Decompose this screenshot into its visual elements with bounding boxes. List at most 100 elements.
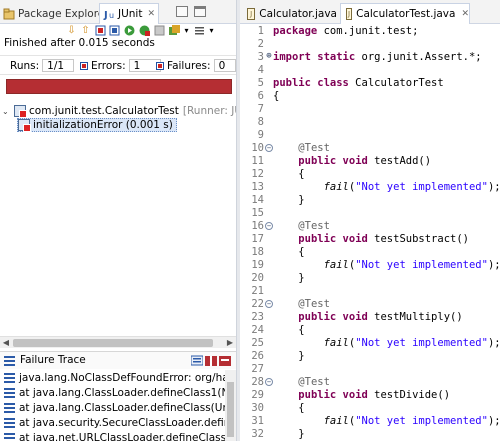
tab-calculatortest-java[interactable]: J CalculatorTest.java ✕ bbox=[340, 3, 470, 24]
code-line: 25 fail("Not yet implemented"); bbox=[240, 337, 500, 350]
line-number: 28 bbox=[251, 376, 264, 388]
code-line: 28− @Test bbox=[240, 376, 500, 389]
collapse-icon[interactable]: − bbox=[265, 144, 273, 152]
maximize-icon[interactable] bbox=[194, 6, 206, 17]
line-number: 17 bbox=[251, 233, 264, 245]
line-number: 14 bbox=[251, 194, 264, 206]
tree-error-row[interactable]: initializationError (0.001 s) bbox=[17, 118, 177, 132]
code-line: 18 { bbox=[240, 246, 500, 259]
code-line: 30 { bbox=[240, 402, 500, 415]
java-file-icon: J bbox=[346, 8, 353, 20]
line-number: 32 bbox=[251, 428, 264, 440]
code-line: 11 public void testAdd() bbox=[240, 155, 500, 168]
view-menu-icon[interactable] bbox=[194, 25, 205, 36]
code-editor: J Calculator.java J CalculatorTest.java … bbox=[240, 0, 500, 441]
code-token: ); bbox=[487, 337, 500, 349]
code-token: @Test bbox=[298, 142, 330, 154]
junit-icon: Ju bbox=[103, 8, 115, 21]
scroll-right-icon[interactable]: ▶ bbox=[224, 337, 236, 349]
runs-counter: Runs: 1/1 bbox=[10, 59, 75, 72]
code-line: 2 bbox=[240, 38, 500, 51]
trace-line-icon bbox=[4, 402, 15, 413]
tab-junit[interactable]: Ju JUnit ✕ bbox=[99, 3, 159, 24]
failure-trace-title: Failure Trace bbox=[20, 354, 86, 366]
code-token: { bbox=[298, 324, 305, 336]
collapse-icon[interactable]: − bbox=[265, 300, 273, 308]
code-token: { bbox=[298, 402, 305, 414]
code-token: { bbox=[298, 168, 305, 180]
history-dropdown-icon[interactable]: ▾ bbox=[181, 25, 192, 36]
code-token: } bbox=[298, 272, 305, 284]
copy-trace-icon[interactable] bbox=[219, 355, 231, 367]
test-tree: ⌄ com.junit.test.CalculatorTest [Runner:… bbox=[0, 100, 236, 336]
line-number: 26 bbox=[251, 350, 264, 362]
filter-stack-icon[interactable] bbox=[190, 355, 204, 367]
code-token: public void bbox=[298, 233, 368, 245]
code-token: ); bbox=[487, 181, 500, 193]
scroll-lock-icon[interactable] bbox=[109, 25, 120, 36]
line-number: 13 bbox=[251, 181, 264, 193]
code-token: } bbox=[298, 194, 305, 206]
trace-text: at java.security.SecureClassLoader.defin… bbox=[19, 416, 225, 429]
scroll-left-icon[interactable]: ◀ bbox=[0, 337, 12, 349]
previous-failure-icon[interactable]: ⇧ bbox=[80, 25, 91, 36]
code-line: 23 public void testMultiply() bbox=[240, 311, 500, 324]
code-token: fail bbox=[323, 259, 349, 271]
trace-row[interactable]: at java.net.URLClassLoader.defineClass(U… bbox=[0, 430, 225, 441]
tree-suite-row[interactable]: ⌄ com.junit.test.CalculatorTest [Runner:… bbox=[2, 104, 236, 118]
counter-panel: Runs: 1/1 Errors: 1 Failures: 0 bbox=[0, 55, 236, 75]
code-token: ); bbox=[487, 415, 500, 427]
trace-vertical-scrollbar[interactable] bbox=[225, 370, 236, 441]
rerun-icon[interactable] bbox=[124, 25, 135, 36]
close-icon[interactable]: ✕ bbox=[461, 9, 469, 19]
line-number: 30 bbox=[251, 402, 264, 414]
expand-icon[interactable]: ⊕ bbox=[265, 52, 273, 61]
trace-row[interactable]: at java.security.SecureClassLoader.defin… bbox=[0, 415, 225, 430]
line-number: 4 bbox=[257, 64, 264, 76]
stop-icon[interactable] bbox=[154, 25, 165, 36]
runs-value: 1/1 bbox=[42, 59, 75, 72]
view-menu-dropdown-icon[interactable]: ▾ bbox=[206, 25, 217, 36]
tab-package-explorer[interactable]: Package Explorer bbox=[0, 3, 109, 24]
junit-toolbar: ⇩ ⇧ ▾ ▾ bbox=[0, 24, 236, 38]
suite-runner: [Runner: JUnit 4] bbox=[182, 105, 236, 117]
code-line: 13 fail("Not yet implemented"); bbox=[240, 181, 500, 194]
code-token: testAdd() bbox=[367, 155, 432, 167]
compare-result-icon[interactable] bbox=[205, 355, 217, 367]
code-token: @Test bbox=[298, 376, 330, 388]
show-failures-only-icon[interactable] bbox=[95, 25, 106, 36]
test-run-history-icon[interactable] bbox=[169, 25, 180, 36]
code-area[interactable]: 1 package com.junit.test; 2 3 ⊕ import stat… bbox=[240, 24, 500, 441]
code-token: ); bbox=[487, 259, 500, 271]
code-token: fail bbox=[323, 415, 349, 427]
scroll-thumb[interactable] bbox=[227, 382, 234, 437]
close-icon[interactable]: ✕ bbox=[147, 9, 155, 19]
trace-row[interactable]: at java.lang.ClassLoader.defineClass(Unk… bbox=[0, 400, 225, 415]
tab-calculator-java[interactable]: J Calculator.java bbox=[242, 3, 337, 24]
line-number: 9 bbox=[257, 129, 264, 141]
rerun-failed-first-icon[interactable] bbox=[139, 25, 150, 36]
package-explorer-icon bbox=[3, 8, 15, 20]
tree-horizontal-scrollbar[interactable]: ◀ ▶ bbox=[0, 336, 236, 348]
code-line: 29 public void testDivide() bbox=[240, 389, 500, 402]
line-number: 7 bbox=[257, 103, 264, 115]
runs-label: Runs: bbox=[10, 59, 40, 72]
trace-row[interactable]: at java.lang.ClassLoader.defineClass1(Na… bbox=[0, 385, 225, 400]
scroll-thumb[interactable] bbox=[13, 339, 213, 347]
trace-line-icon bbox=[4, 432, 15, 441]
line-number: 22 bbox=[251, 298, 264, 310]
minimize-icon[interactable] bbox=[176, 6, 188, 17]
collapse-icon[interactable]: − bbox=[265, 378, 273, 386]
code-token: } bbox=[298, 350, 305, 362]
chevron-down-icon[interactable]: ⌄ bbox=[2, 107, 12, 116]
trace-row[interactable]: java.lang.NoClassDefFoundError: org/hamc… bbox=[0, 370, 225, 385]
collapse-icon[interactable]: − bbox=[265, 222, 273, 230]
code-line: 22− @Test bbox=[240, 298, 500, 311]
code-line: 6{ bbox=[240, 90, 500, 103]
tab-package-explorer-label: Package Explorer bbox=[18, 7, 109, 20]
errors-label: Errors: bbox=[91, 59, 126, 72]
failures-value: 0 bbox=[213, 59, 236, 72]
code-token: { bbox=[298, 246, 305, 258]
next-failure-icon[interactable]: ⇩ bbox=[66, 25, 77, 36]
line-number: 29 bbox=[251, 389, 264, 401]
